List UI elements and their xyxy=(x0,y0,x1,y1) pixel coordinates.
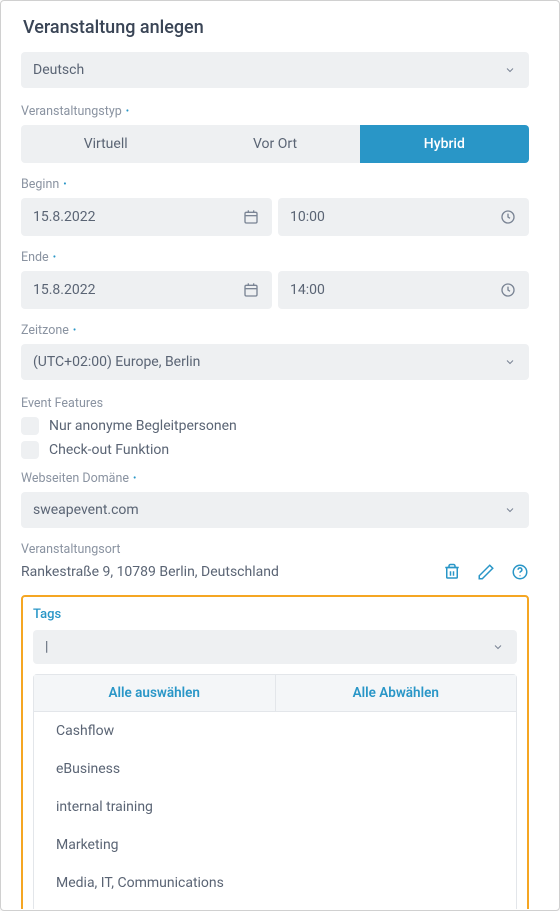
feature-checkout-checkbox[interactable] xyxy=(21,441,39,459)
chevron-down-icon xyxy=(491,640,505,654)
timezone-label: Zeitzone• xyxy=(21,323,529,338)
delete-icon[interactable] xyxy=(443,563,461,581)
domain-label: Webseiten Domäne• xyxy=(21,471,529,486)
event-type-vor-ort[interactable]: Vor Ort xyxy=(190,125,359,163)
chevron-down-icon xyxy=(503,503,517,517)
modal-body[interactable]: Deutsch Veranstaltungstyp• Virtuell Vor … xyxy=(1,52,559,909)
domain-select[interactable]: sweapevent.com xyxy=(21,492,529,528)
tag-option[interactable]: Training xyxy=(34,902,516,909)
tags-deselect-all-button[interactable]: Alle Abwählen xyxy=(276,675,517,711)
features-label: Event Features xyxy=(21,396,529,411)
modal-title: Veranstaltung anlegen xyxy=(23,17,537,38)
tags-dropdown-panel: Alle auswählen Alle Abwählen Cashflow eB… xyxy=(33,674,517,909)
begin-date-value: 15.8.2022 xyxy=(33,209,95,225)
tags-section: Tags Alle auswählen Alle Abwählen Cashfl… xyxy=(21,595,529,909)
begin-time-input[interactable]: 10:00 xyxy=(278,198,529,236)
tag-option[interactable]: Media, IT, Communications xyxy=(34,864,516,902)
tag-option[interactable]: Cashflow xyxy=(34,712,516,750)
location-label: Veranstaltungsort xyxy=(21,542,529,557)
chevron-down-icon xyxy=(503,63,517,77)
language-select[interactable]: Deutsch xyxy=(21,52,529,88)
chevron-down-icon xyxy=(503,355,517,369)
tag-option[interactable]: Marketing xyxy=(34,826,516,864)
feature-checkout-row: Check-out Funktion xyxy=(21,441,529,459)
calendar-icon xyxy=(242,208,260,226)
event-type-label: Veranstaltungstyp• xyxy=(21,104,529,119)
begin-label: Beginn• xyxy=(21,177,529,192)
tag-option[interactable]: internal training xyxy=(34,788,516,826)
tags-label: Tags xyxy=(33,607,517,622)
modal-header: Veranstaltung anlegen xyxy=(1,1,559,52)
end-label: Ende• xyxy=(21,250,529,265)
help-icon[interactable] xyxy=(511,563,529,581)
tag-option[interactable]: eBusiness xyxy=(34,750,516,788)
feature-anonymous-row: Nur anonyme Begleitpersonen xyxy=(21,417,529,435)
domain-value: sweapevent.com xyxy=(33,502,139,518)
clock-icon xyxy=(499,281,517,299)
tags-input[interactable] xyxy=(45,639,491,655)
begin-date-input[interactable]: 15.8.2022 xyxy=(21,198,272,236)
location-value: Rankestraße 9, 10789 Berlin, Deutschland xyxy=(21,564,279,580)
timezone-select[interactable]: (UTC+02:00) Europe, Berlin xyxy=(21,344,529,380)
event-type-segmented: Virtuell Vor Ort Hybrid xyxy=(21,125,529,163)
end-date-input[interactable]: 15.8.2022 xyxy=(21,271,272,309)
timezone-value: (UTC+02:00) Europe, Berlin xyxy=(33,354,200,370)
clock-icon xyxy=(499,208,517,226)
tags-select[interactable] xyxy=(33,630,517,664)
tags-select-all-button[interactable]: Alle auswählen xyxy=(34,675,276,711)
end-date-value: 15.8.2022 xyxy=(33,282,95,298)
event-type-virtuell[interactable]: Virtuell xyxy=(21,125,190,163)
edit-icon[interactable] xyxy=(477,563,495,581)
feature-anonymous-label: Nur anonyme Begleitpersonen xyxy=(49,418,237,434)
calendar-icon xyxy=(242,281,260,299)
begin-time-value: 10:00 xyxy=(290,209,325,225)
event-type-hybrid[interactable]: Hybrid xyxy=(360,125,529,163)
language-value: Deutsch xyxy=(33,62,84,78)
feature-anonymous-checkbox[interactable] xyxy=(21,417,39,435)
end-time-value: 14:00 xyxy=(290,282,325,298)
feature-checkout-label: Check-out Funktion xyxy=(49,442,169,458)
end-time-input[interactable]: 14:00 xyxy=(278,271,529,309)
create-event-modal: Veranstaltung anlegen Deutsch Veranstalt… xyxy=(0,0,560,911)
